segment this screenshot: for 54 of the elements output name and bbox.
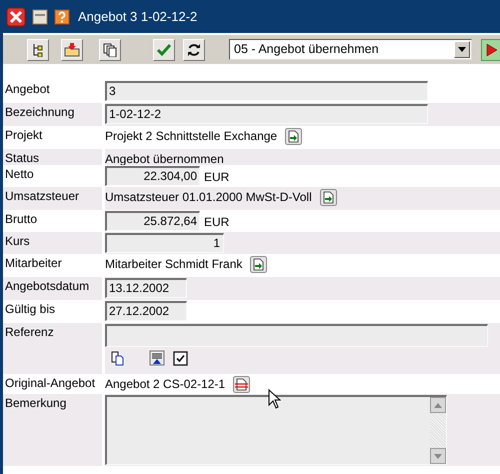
field-label: Umsatzsteuer (5, 189, 80, 203)
field-label: Kurs (5, 234, 30, 248)
currency-label: EUR (204, 214, 230, 231)
up-arrow-icon (434, 402, 442, 408)
document-lines-icon[interactable] (233, 376, 250, 392)
amount-field[interactable]: 25.872,64 (105, 211, 200, 231)
confirm-button[interactable] (153, 38, 175, 60)
amount-field[interactable]: 22.304,00 (105, 166, 200, 186)
reference-field[interactable] (105, 324, 488, 347)
field-label: Bezeichnung (5, 105, 74, 119)
field-label: Angebot (5, 82, 50, 96)
field-label: Netto (5, 167, 34, 181)
action-select[interactable]: 05 - Angebot übernehmen (229, 39, 472, 60)
field-label: Referenz (5, 325, 54, 339)
copy-icon (103, 42, 117, 56)
checkmark-icon (156, 42, 172, 56)
play-icon (486, 42, 498, 56)
down-arrow-icon (434, 454, 442, 458)
number-field[interactable]: 1 (105, 233, 224, 253)
window-title: Angebot 3 1-02-12-2 (78, 8, 198, 26)
import-folder-button[interactable] (61, 38, 83, 60)
refresh-button[interactable] (183, 38, 205, 60)
text-field[interactable]: 1-02-12-2 (105, 104, 428, 124)
field-label: Status (5, 151, 40, 165)
close-icon[interactable] (6, 6, 26, 26)
tree-icon (31, 42, 45, 56)
field-label: Projekt (5, 128, 42, 142)
linked-value: Umsatzsteuer 01.01.2000 MwSt-D-Voll (105, 189, 312, 206)
caret-icon (458, 47, 466, 52)
status-value: Angebot übernommen (105, 152, 224, 166)
run-button[interactable] (481, 38, 500, 60)
copy-button[interactable] (99, 38, 121, 60)
field-label: Original-Angebot (5, 376, 96, 390)
field-label: Angebotsdatum (5, 279, 90, 293)
currency-label: EUR (204, 169, 230, 186)
refresh-icon (187, 42, 201, 56)
checkbox-icon[interactable] (173, 350, 188, 366)
folder-arrow-icon (64, 42, 80, 56)
field-label: Brutto (5, 212, 38, 226)
linked-value: Mitarbeiter Schmidt Frank (105, 256, 242, 273)
field-label: Bemerkung (5, 396, 66, 410)
date-field[interactable]: 27.12.2002 (105, 301, 187, 321)
window-icon[interactable] (32, 8, 48, 24)
field-label: Gültig bis (5, 302, 56, 316)
linked-value: Angebot 2 CS-02-12-1 (105, 376, 226, 393)
linked-value: Projekt 2 Schnittstelle Exchange (105, 128, 278, 145)
text-field[interactable]: 3 (105, 81, 428, 101)
date-field[interactable]: 13.12.2002 (105, 278, 187, 298)
copy-document-icon[interactable] (110, 350, 125, 366)
field-label: Mitarbeiter (5, 256, 62, 270)
list-upload-icon[interactable] (149, 350, 165, 366)
dropdown-button[interactable] (454, 41, 470, 58)
help-icon[interactable] (54, 8, 70, 24)
tree-button[interactable] (27, 38, 49, 60)
